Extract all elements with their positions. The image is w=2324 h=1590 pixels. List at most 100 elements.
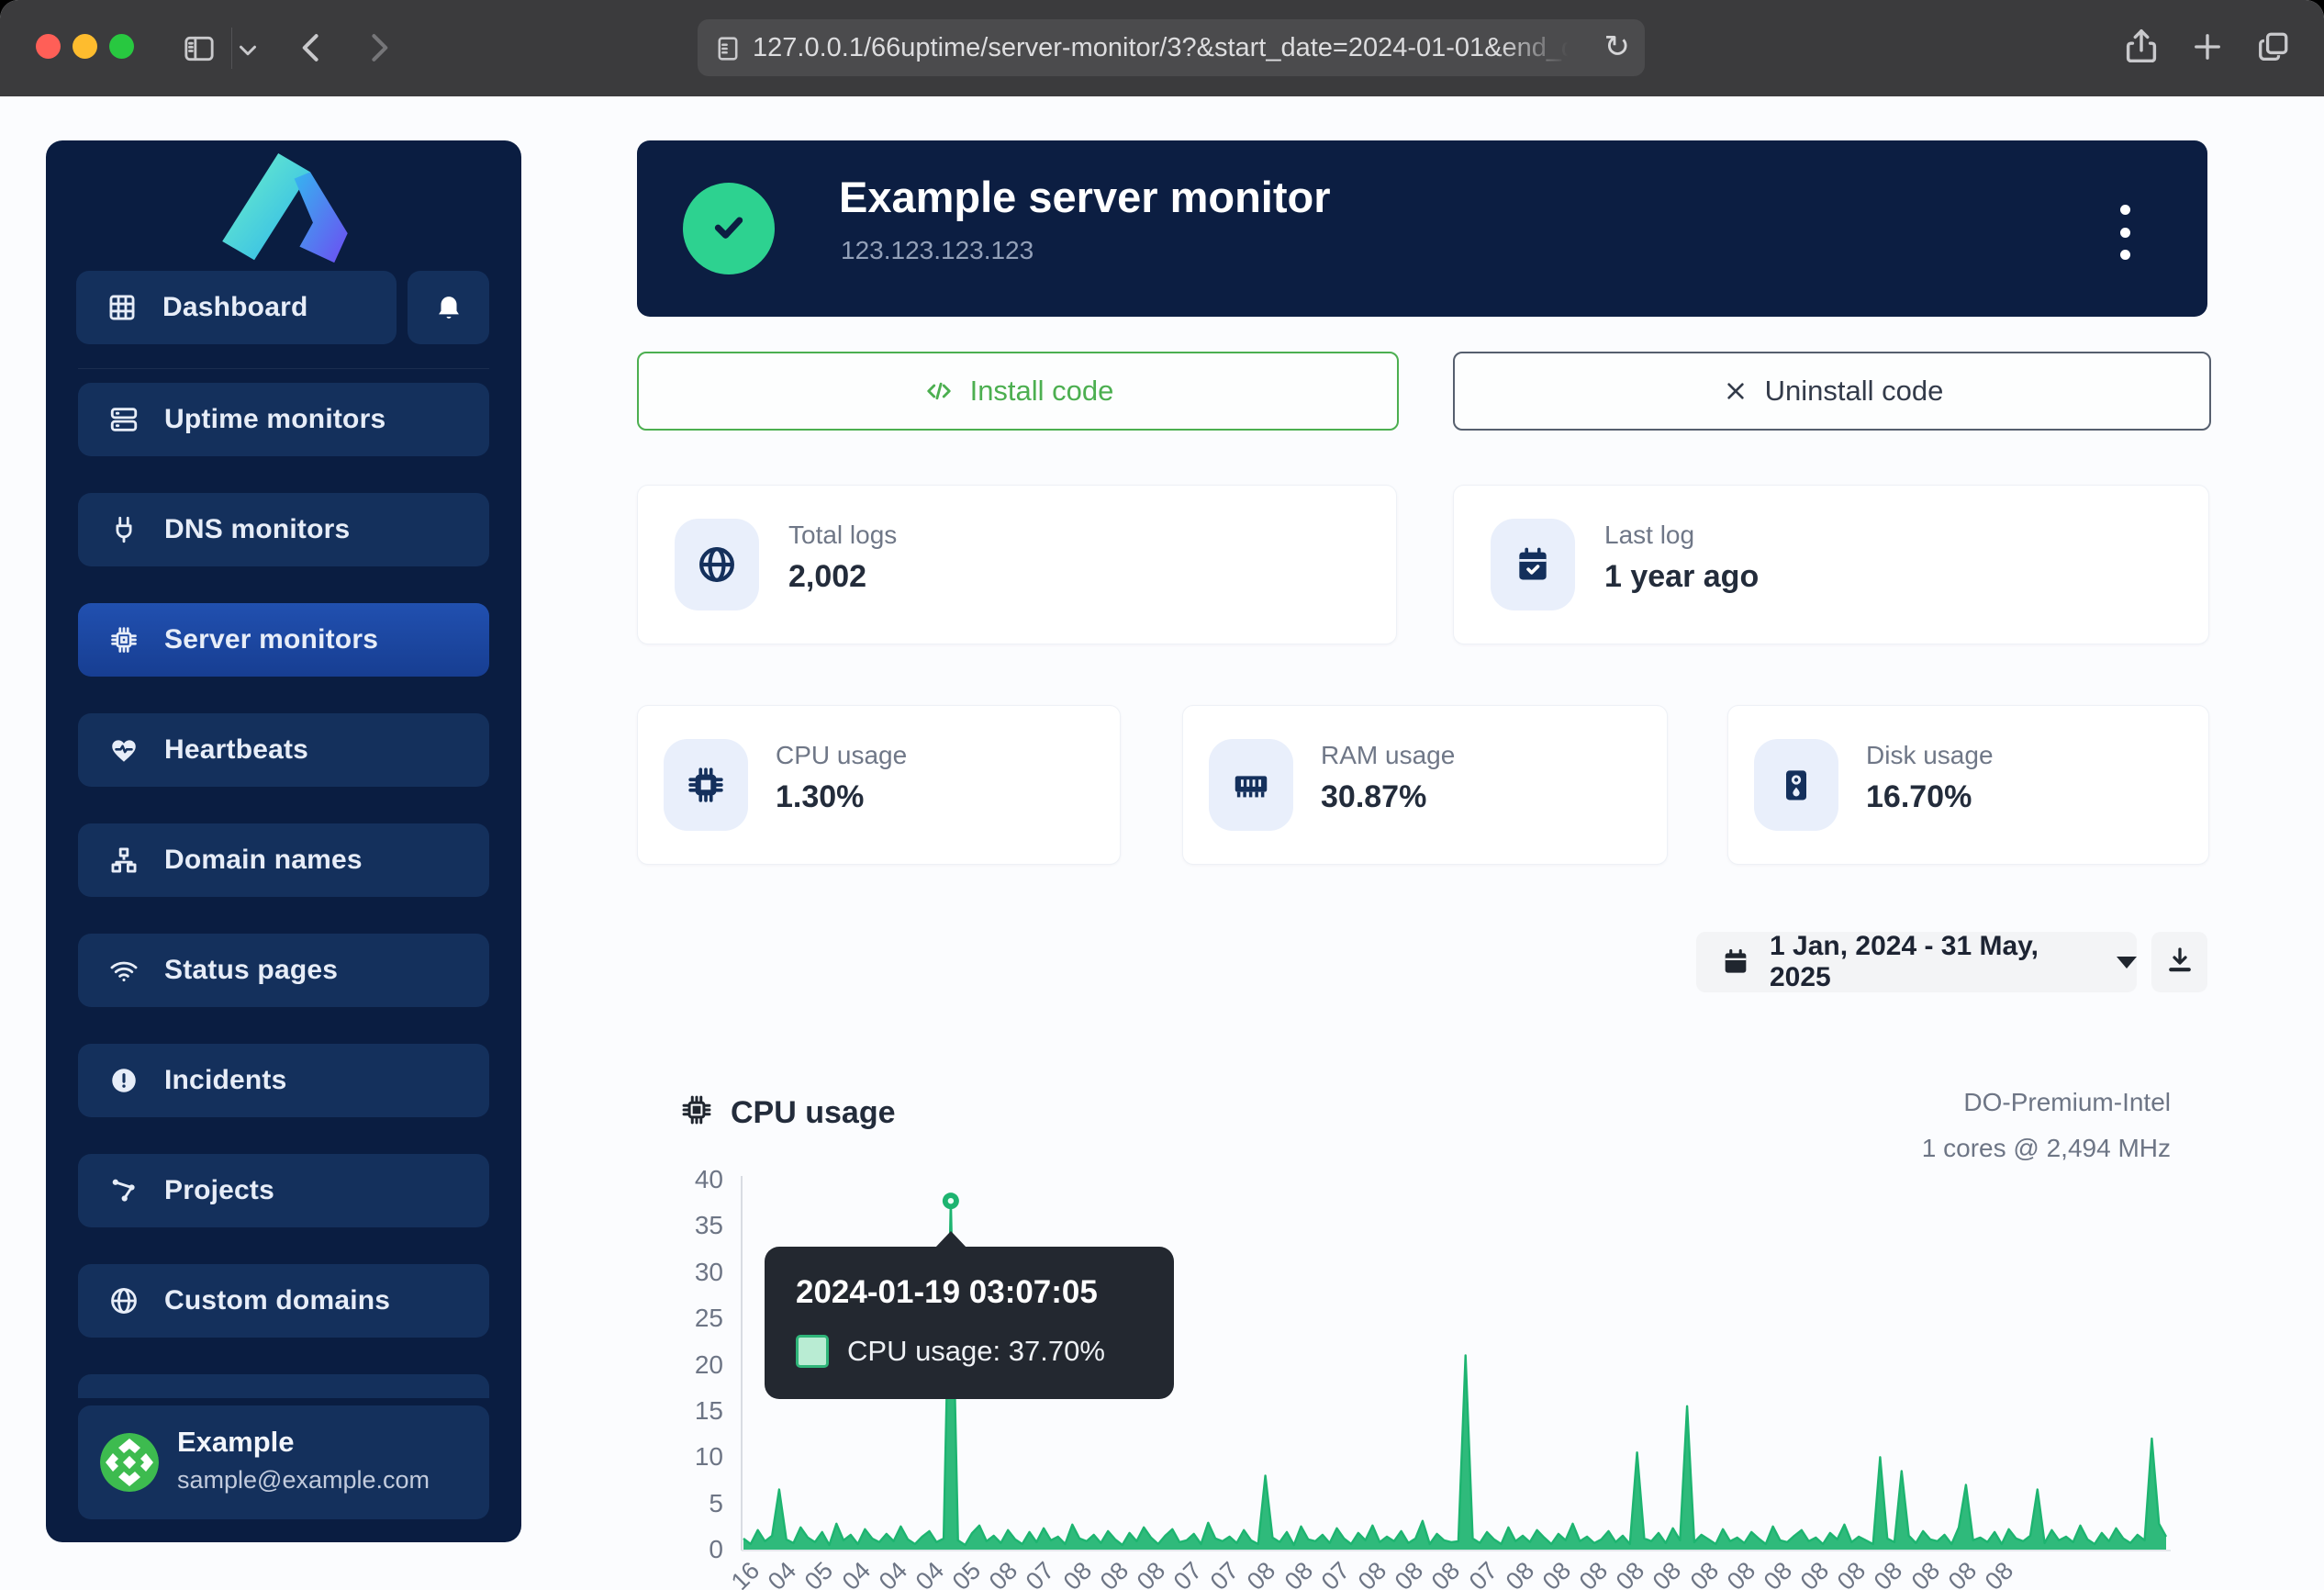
stat-label: RAM usage bbox=[1321, 741, 1455, 770]
stat-label: Last log bbox=[1604, 521, 1694, 550]
plug-icon bbox=[107, 513, 140, 546]
tabs-overview-icon[interactable] bbox=[2253, 27, 2294, 67]
y-axis-tick-label: 40 bbox=[642, 1164, 723, 1195]
calendar-icon bbox=[1720, 946, 1751, 978]
stat-value: 30.87% bbox=[1321, 779, 1426, 815]
status-ok-badge bbox=[683, 183, 775, 274]
stat-value: 2,002 bbox=[788, 559, 866, 595]
sidebar-item-status-pages[interactable]: Status pages bbox=[78, 934, 489, 1007]
cpu-usage-card: CPU usage 1.30% bbox=[637, 705, 1121, 865]
sidebar-item-domain-names[interactable]: Domain names bbox=[78, 823, 489, 897]
grid-icon bbox=[106, 291, 139, 324]
install-code-button[interactable]: Install code bbox=[637, 352, 1399, 431]
y-axis-tick-label: 20 bbox=[642, 1349, 723, 1381]
wifi-icon bbox=[107, 954, 140, 987]
calendar-check-icon bbox=[1491, 519, 1575, 610]
cpu-usage-chart[interactable]: 0510152025303540 16040504040405080708080… bbox=[642, 1175, 2207, 1590]
toolbar-divider bbox=[231, 28, 232, 69]
cpu-chip-icon bbox=[664, 739, 748, 831]
uninstall-code-label: Uninstall code bbox=[1765, 375, 1944, 408]
notifications-button[interactable] bbox=[408, 271, 489, 344]
user-card[interactable]: Example sample@example.com bbox=[78, 1405, 489, 1519]
monitor-title: Example server monitor bbox=[839, 172, 1331, 222]
sidebar-item-dns-monitors[interactable]: DNS monitors bbox=[78, 493, 489, 566]
forward-icon[interactable] bbox=[358, 28, 398, 68]
sidebar-item-label: Custom domains bbox=[164, 1285, 390, 1316]
sidebar-item-label: Dashboard bbox=[162, 292, 308, 323]
tooltip-series-swatch bbox=[796, 1335, 829, 1368]
new-tab-icon[interactable] bbox=[2188, 28, 2227, 66]
last-log-card: Last log 1 year ago bbox=[1453, 485, 2209, 644]
stat-label: CPU usage bbox=[776, 741, 907, 770]
address-bar[interactable]: 127.0.0.1/66uptime/server-monitor/3?&sta… bbox=[698, 19, 1645, 76]
hard-drive-icon bbox=[1754, 739, 1838, 831]
tooltip-timestamp: 2024-01-19 03:07:05 bbox=[796, 1274, 1174, 1311]
ram-usage-card: RAM usage 30.87% bbox=[1182, 705, 1668, 865]
page-settings-icon[interactable] bbox=[712, 33, 743, 64]
sidebar-item-dashboard[interactable]: Dashboard bbox=[76, 271, 397, 344]
caret-down-icon bbox=[2117, 957, 2137, 969]
cpu-chip-icon bbox=[107, 623, 140, 656]
browser-toolbar: 127.0.0.1/66uptime/server-monitor/3?&sta… bbox=[0, 0, 2324, 97]
sidebar-item-uptime-monitors[interactable]: Uptime monitors bbox=[78, 383, 489, 456]
y-axis-tick-label: 15 bbox=[642, 1395, 723, 1427]
sidebar-item-projects[interactable]: Projects bbox=[78, 1154, 489, 1227]
code-icon bbox=[922, 375, 955, 408]
stat-value: 16.70% bbox=[1866, 779, 1972, 815]
sidebar-divider bbox=[78, 368, 489, 369]
sidebar-item-label: Server monitors bbox=[164, 624, 378, 655]
sidebar-item-partial[interactable] bbox=[78, 1374, 489, 1398]
chevron-down-icon[interactable] bbox=[234, 37, 262, 64]
uninstall-code-button[interactable]: Uninstall code bbox=[1453, 352, 2211, 431]
sidebar-item-label: Status pages bbox=[164, 955, 338, 986]
sidebar-item-custom-domains[interactable]: Custom domains bbox=[78, 1264, 489, 1338]
server-name: DO-Premium-Intel bbox=[1963, 1088, 2171, 1117]
download-button[interactable] bbox=[2151, 932, 2207, 992]
sitemap-icon bbox=[107, 844, 140, 877]
url-fade bbox=[1498, 23, 1581, 73]
sidebar-item-server-monitors[interactable]: Server monitors bbox=[78, 603, 489, 677]
date-range-label: 1 Jan, 2024 - 31 May, 2025 bbox=[1770, 931, 2095, 993]
close-window-button[interactable] bbox=[36, 34, 61, 59]
sidebar-toggle-icon[interactable] bbox=[181, 30, 218, 67]
chart-tooltip: 2024-01-19 03:07:05 CPU usage: 37.70% bbox=[765, 1247, 1174, 1399]
tooltip-value: CPU usage: 37.70% bbox=[847, 1335, 1105, 1368]
alert-circle-icon bbox=[107, 1064, 140, 1097]
sidebar-item-label: Domain names bbox=[164, 845, 363, 876]
y-axis-tick-label: 35 bbox=[642, 1210, 723, 1241]
globe-icon bbox=[107, 1284, 140, 1317]
server-specs: 1 cores @ 2,494 MHz bbox=[1922, 1134, 2171, 1163]
monitor-ip: 123.123.123.123 bbox=[841, 236, 1034, 265]
y-axis-tick-label: 10 bbox=[642, 1441, 723, 1472]
reload-icon[interactable]: ↻ bbox=[1604, 19, 1631, 76]
sidebar-item-label: Heartbeats bbox=[164, 734, 308, 766]
url-text: 127.0.0.1/66uptime/server-monitor/3?&sta… bbox=[753, 19, 1581, 76]
sidebar-item-label: DNS monitors bbox=[164, 514, 350, 545]
date-range-picker[interactable]: 1 Jan, 2024 - 31 May, 2025 bbox=[1696, 932, 2137, 992]
sidebar-item-incidents[interactable]: Incidents bbox=[78, 1044, 489, 1117]
download-icon bbox=[2163, 944, 2196, 981]
sidebar-item-label: Projects bbox=[164, 1175, 274, 1206]
minimize-window-button[interactable] bbox=[73, 34, 97, 59]
share-icon[interactable] bbox=[2120, 26, 2162, 68]
cpu-chip-icon bbox=[679, 1092, 714, 1132]
sidebar-item-heartbeats[interactable]: Heartbeats bbox=[78, 713, 489, 787]
zoom-window-button[interactable] bbox=[109, 34, 134, 59]
user-name: Example bbox=[177, 1426, 295, 1459]
stat-value: 1.30% bbox=[776, 779, 864, 815]
user-email: sample@example.com bbox=[177, 1466, 430, 1495]
server-stack-icon bbox=[107, 403, 140, 436]
y-axis-tick-label: 5 bbox=[642, 1488, 723, 1519]
chart-title: CPU usage bbox=[731, 1095, 896, 1131]
install-code-label: Install code bbox=[970, 375, 1114, 408]
monitor-header-card: Example server monitor 123.123.123.123 bbox=[637, 140, 2207, 317]
back-icon[interactable] bbox=[292, 28, 332, 68]
share-nodes-icon bbox=[107, 1174, 140, 1207]
bell-icon bbox=[433, 290, 464, 326]
sidebar-item-label: Incidents bbox=[164, 1065, 287, 1096]
browser-window: 127.0.0.1/66uptime/server-monitor/3?&sta… bbox=[0, 0, 2324, 1590]
sidebar-item-label: Uptime monitors bbox=[164, 404, 385, 435]
heart-pulse-icon bbox=[107, 733, 140, 767]
stat-label: Disk usage bbox=[1866, 741, 1994, 770]
kebab-menu-icon[interactable] bbox=[2106, 201, 2143, 263]
